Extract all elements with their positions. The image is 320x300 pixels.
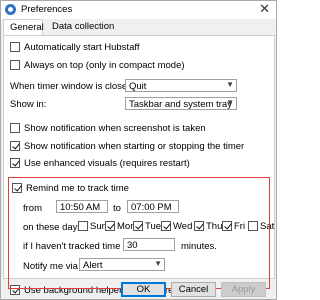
notify-start-stop-checkbox[interactable] bbox=[10, 141, 20, 151]
title-bar: Preferences ✕ bbox=[1, 1, 276, 19]
cancel-button[interactable]: Cancel bbox=[171, 282, 216, 297]
preferences-window: Preferences ✕ General Data collection Au… bbox=[0, 0, 277, 300]
notify-start-stop-option[interactable]: Show notification when starting or stopp… bbox=[10, 141, 244, 152]
notify-screenshot-checkbox[interactable] bbox=[10, 123, 20, 133]
ok-button[interactable]: OK bbox=[121, 282, 166, 297]
show-in-select[interactable]: Taskbar and system tray ▼ bbox=[125, 97, 237, 110]
notify-screenshot-label: Show notification when screenshot is tak… bbox=[24, 123, 206, 134]
chevron-down-icon: ▼ bbox=[226, 98, 234, 107]
auto-start-checkbox[interactable] bbox=[10, 42, 20, 52]
hubstaff-app-icon bbox=[5, 4, 16, 15]
enhanced-visuals-option[interactable]: Use enhanced visuals (requires restart) bbox=[10, 158, 190, 169]
notify-start-stop-label: Show notification when starting or stopp… bbox=[24, 141, 245, 152]
tab-general[interactable]: General bbox=[3, 19, 44, 36]
close-icon[interactable]: ✕ bbox=[259, 1, 270, 17]
timer-closed-value: Quit bbox=[129, 81, 147, 92]
show-in-value: Taskbar and system tray bbox=[129, 99, 232, 110]
timer-closed-select[interactable]: Quit ▼ bbox=[125, 79, 237, 92]
reminder-highlight-box bbox=[8, 177, 270, 289]
always-on-top-checkbox[interactable] bbox=[10, 60, 20, 70]
chevron-down-icon: ▼ bbox=[226, 80, 234, 89]
enhanced-visuals-checkbox[interactable] bbox=[10, 158, 20, 168]
apply-button[interactable]: Apply bbox=[221, 282, 266, 297]
always-on-top-label: Always on top (only in compact mode) bbox=[24, 60, 185, 71]
auto-start-label: Automatically start Hubstaff bbox=[24, 42, 140, 53]
show-in-label: Show in: bbox=[10, 99, 47, 110]
window-title: Preferences bbox=[21, 4, 73, 15]
auto-start-option[interactable]: Automatically start Hubstaff bbox=[10, 42, 139, 53]
always-on-top-option[interactable]: Always on top (only in compact mode) bbox=[10, 60, 185, 71]
tab-data-collection[interactable]: Data collection bbox=[46, 19, 116, 35]
enhanced-visuals-label: Use enhanced visuals (requires restart) bbox=[24, 158, 190, 169]
notify-screenshot-option[interactable]: Show notification when screenshot is tak… bbox=[10, 123, 206, 134]
timer-closed-label: When timer window is closed: bbox=[10, 81, 136, 92]
